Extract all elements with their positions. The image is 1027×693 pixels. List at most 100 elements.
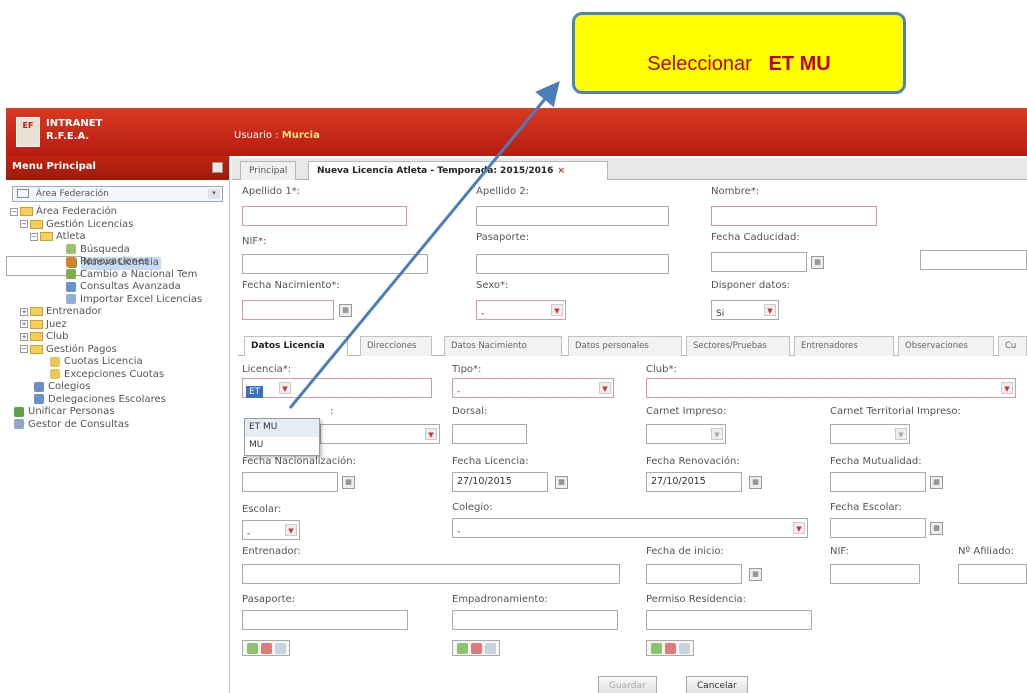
calendar-icon[interactable]: ▦ bbox=[749, 568, 762, 581]
tab-datos-personales[interactable]: Datos personales bbox=[568, 336, 682, 356]
tree-item-excepciones-cuotas[interactable]: Excepciones Cuotas bbox=[6, 369, 229, 382]
upload-icon[interactable] bbox=[247, 643, 258, 654]
view-icon[interactable] bbox=[485, 643, 496, 654]
fecha-caducidad-input[interactable] bbox=[711, 252, 807, 272]
n-afiliado-input[interactable] bbox=[958, 564, 1027, 584]
folder-icon bbox=[30, 219, 43, 229]
tree-item-gestion-pagos[interactable]: − Gestión Pagos bbox=[6, 344, 229, 357]
tab-sectores-pruebas[interactable]: Sectores/Pruebas bbox=[686, 336, 790, 356]
fecha-licencia-input[interactable]: 27/10/2015 bbox=[452, 472, 548, 492]
chevron-down-icon: ▼ bbox=[425, 428, 437, 440]
escolar-select[interactable]: - ▼ bbox=[242, 520, 300, 540]
calendar-icon[interactable]: ▦ bbox=[339, 304, 352, 317]
fecha-nacimiento-input[interactable] bbox=[242, 300, 334, 320]
folder-icon bbox=[30, 319, 43, 329]
cancelar-button[interactable]: Cancelar bbox=[686, 676, 748, 693]
tree-item-gestor-consultas[interactable]: Gestor de Consultas bbox=[6, 419, 229, 432]
callout-text: Seleccionar ET MU bbox=[575, 53, 903, 76]
nif2-input[interactable] bbox=[830, 564, 920, 584]
tree-item-colegios[interactable]: Colegios bbox=[6, 381, 229, 394]
guardar-button[interactable]: Guardar bbox=[598, 676, 657, 693]
brand-line2: R.F.E.A. bbox=[46, 131, 90, 142]
tree-item-importar-excel[interactable]: Importar Excel Licencias bbox=[6, 294, 229, 307]
option-mu[interactable]: MU bbox=[245, 437, 319, 455]
calendar-icon[interactable]: ▦ bbox=[749, 476, 762, 489]
fecha-escolar-input[interactable] bbox=[830, 518, 926, 538]
fecha-mutualidad-input[interactable] bbox=[830, 472, 926, 492]
disponer-datos-select[interactable]: Si ▼ bbox=[711, 300, 779, 320]
permiso-file-buttons bbox=[646, 640, 694, 656]
chevron-down-icon: ▼ bbox=[1001, 382, 1013, 394]
tab-direcciones[interactable]: Direcciones bbox=[360, 336, 432, 356]
tree-item-delegaciones[interactable]: Delegaciones Escolares bbox=[6, 394, 229, 407]
calendar-icon[interactable]: ▦ bbox=[930, 522, 943, 535]
tree-item-unificar[interactable]: Unificar Personas bbox=[6, 406, 229, 419]
tab-datos-licencia[interactable]: Datos Licencia bbox=[244, 336, 348, 356]
label-pasaporte2: Pasaporte: bbox=[242, 594, 296, 605]
menu-tree: − Área Federación − Gestión Licencias − Atl… bbox=[6, 206, 229, 431]
label-categoria-fragment: : bbox=[330, 406, 334, 417]
tab-nueva-licencia[interactable]: Nueva Licencia Atleta - Temporada: 2015/… bbox=[308, 161, 608, 180]
tree-item-busqueda[interactable]: Búsqueda bbox=[6, 244, 229, 257]
extra-input[interactable] bbox=[920, 250, 1027, 270]
carnet-impreso-select[interactable]: ▼ bbox=[646, 424, 726, 444]
tree-item-cuotas-licencia[interactable]: Cuotas Licencia bbox=[6, 356, 229, 369]
delete-icon[interactable] bbox=[471, 643, 482, 654]
dorsal-input[interactable] bbox=[452, 424, 527, 444]
colegio-select[interactable]: - ▼ bbox=[452, 518, 808, 538]
upload-icon[interactable] bbox=[651, 643, 662, 654]
nombre-input[interactable] bbox=[711, 206, 877, 226]
delete-icon[interactable] bbox=[665, 643, 676, 654]
user-name: Murcia bbox=[281, 130, 320, 141]
apellido1-input[interactable] bbox=[242, 206, 407, 226]
tab-principal[interactable]: Principal bbox=[240, 161, 297, 180]
sexo-select[interactable]: - ▼ bbox=[476, 300, 566, 320]
view-icon[interactable] bbox=[275, 643, 286, 654]
calendar-icon[interactable]: ▦ bbox=[930, 476, 943, 489]
tab-entrenadores[interactable]: Entrenadores bbox=[794, 336, 894, 356]
label-disponer-datos: Disponer datos: bbox=[711, 280, 791, 291]
tab-observaciones[interactable]: Observaciones bbox=[898, 336, 994, 356]
area-icon bbox=[17, 189, 29, 198]
calendar-icon[interactable]: ▦ bbox=[811, 256, 824, 269]
delete-icon[interactable] bbox=[261, 643, 272, 654]
close-icon[interactable]: × bbox=[557, 166, 565, 176]
tree-item-juez[interactable]: + Juez bbox=[6, 319, 229, 332]
licencia-select[interactable]: ET ▼ bbox=[242, 378, 432, 398]
calendar-icon[interactable]: ▦ bbox=[555, 476, 568, 489]
chevron-down-icon[interactable]: ▾ bbox=[208, 189, 220, 199]
permiso-residencia-input[interactable] bbox=[646, 610, 812, 630]
tree-item-area-federacion[interactable]: − Área Federación bbox=[6, 206, 229, 219]
tree-item-entrenador[interactable]: + Entrenador bbox=[6, 306, 229, 319]
tree-item-renovaciones[interactable]: Renovaciones bbox=[6, 256, 229, 269]
label-fecha-mutualidad: Fecha Mutualidad: bbox=[830, 456, 922, 467]
calendar-icon[interactable]: ▦ bbox=[342, 476, 355, 489]
empadronamiento-input[interactable] bbox=[452, 610, 618, 630]
option-et-mu[interactable]: ET MU bbox=[245, 419, 319, 437]
apellido2-input[interactable] bbox=[476, 206, 669, 226]
categoria-select[interactable]: ▼ bbox=[320, 424, 440, 444]
pasaporte2-input[interactable] bbox=[242, 610, 408, 630]
tab-datos-nacimiento[interactable]: Datos Nacimiento bbox=[444, 336, 562, 356]
tree-item-cambio-nacional[interactable]: Cambio a Nacional Tem bbox=[6, 269, 229, 282]
tree-item-consultas-avanzada[interactable]: Consultas Avanzada bbox=[6, 281, 229, 294]
collapse-icon[interactable] bbox=[212, 162, 223, 173]
pasaporte-input[interactable] bbox=[476, 254, 669, 274]
sidebar: Menu Principal Área Federación ▾ − Área F… bbox=[6, 156, 230, 693]
logo-text: EF bbox=[22, 121, 34, 130]
tree-item-atleta[interactable]: − Atleta bbox=[6, 231, 229, 244]
tree-item-gestion-licencias[interactable]: − Gestión Licencias bbox=[6, 219, 229, 232]
nif-input[interactable] bbox=[242, 254, 428, 274]
upload-icon[interactable] bbox=[457, 643, 468, 654]
carnet-territorial-select[interactable]: ▼ bbox=[830, 424, 910, 444]
tab-cuotas[interactable]: Cu bbox=[998, 336, 1027, 356]
fecha-renovacion-input[interactable]: 27/10/2015 bbox=[646, 472, 742, 492]
area-selector[interactable]: Área Federación ▾ bbox=[12, 186, 223, 202]
tree-item-club[interactable]: + Club bbox=[6, 331, 229, 344]
club-select[interactable]: ▼ bbox=[646, 378, 1016, 398]
entrenador-input[interactable] bbox=[242, 564, 620, 584]
fecha-inicio-input[interactable] bbox=[646, 564, 742, 584]
fecha-nacionalizacion-input[interactable] bbox=[242, 472, 338, 492]
tipo-select[interactable]: - ▼ bbox=[452, 378, 614, 398]
view-icon[interactable] bbox=[679, 643, 690, 654]
